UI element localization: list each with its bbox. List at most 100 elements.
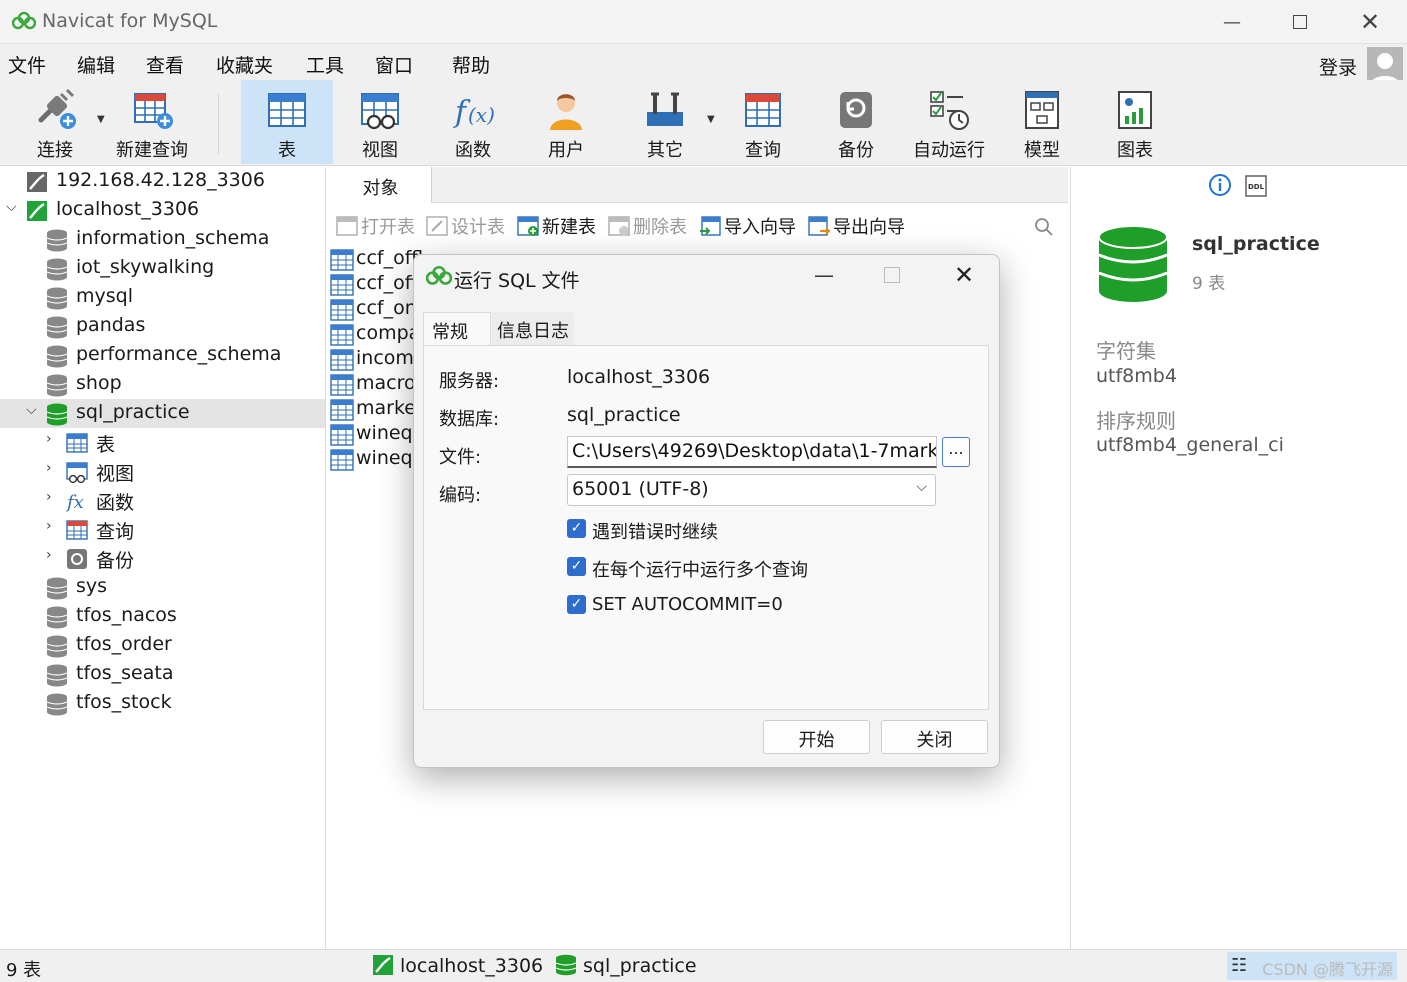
tree-node-tables[interactable]: › 表 [0, 428, 325, 457]
new-query-icon [134, 93, 173, 129]
minimize-button[interactable]: — [1210, 6, 1254, 38]
dialog-close-icon[interactable]: ✕ [954, 261, 974, 289]
backup-button[interactable]: 备份 [810, 80, 902, 164]
expand-caret-icon[interactable]: › [46, 431, 52, 447]
tree-database[interactable]: tfos_seata [0, 660, 325, 689]
status-bar: 9 表 localhost_3306 sql_practice ☷ CSDN @… [0, 949, 1407, 982]
maximize-button[interactable] [1278, 6, 1322, 38]
tree-database[interactable]: pandas [0, 312, 325, 341]
tree-database[interactable]: performance_schema [0, 341, 325, 370]
menu-favorites[interactable]: 收藏夹 [216, 51, 273, 78]
close-button[interactable]: 关闭 [881, 720, 988, 754]
collapse-caret-icon[interactable]: ⌵ [26, 402, 37, 418]
tree-database-label: performance_schema [76, 343, 282, 365]
chart-button[interactable]: 图表 [1089, 80, 1181, 164]
tree-database[interactable]: tfos_stock [0, 689, 325, 718]
query-button[interactable]: 查询 [717, 80, 809, 164]
tree-database[interactable]: iot_skywalking [0, 254, 325, 283]
continue-on-error-checkbox[interactable]: ✓ [567, 519, 586, 538]
tree-database[interactable]: sys [0, 573, 325, 602]
dialog-minimize-button[interactable]: — [814, 263, 834, 287]
server-value: localhost_3306 [567, 366, 711, 388]
tree-node-functions[interactable]: › fx 函数 [0, 486, 325, 515]
new-query-label: 新建查询 [116, 140, 188, 161]
tree-database-label: mysql [76, 285, 133, 307]
tree-database-selected[interactable]: ⌵ sql_practice [0, 399, 325, 428]
file-path-input[interactable]: C:\Users\49269\Desktop\data\1-7market d [567, 436, 937, 468]
function-fx-icon: fx [66, 492, 84, 513]
info-table-count: 9 表 [1192, 274, 1226, 294]
model-label: 模型 [1024, 140, 1060, 161]
table-icon [268, 93, 306, 127]
export-wizard-button[interactable]: 导出向导 [808, 213, 905, 239]
tab-general[interactable]: 常规 [423, 312, 491, 346]
connect-dropdown-icon[interactable]: ▼ [97, 114, 105, 125]
list-view-icon[interactable]: ☷ [1231, 955, 1247, 976]
tab-message-log[interactable]: 信息日志 [492, 312, 574, 346]
tree-node-backups[interactable]: › 备份 [0, 544, 325, 573]
tree-node-views[interactable]: › 视图 [0, 457, 325, 486]
export-wizard-icon [808, 216, 830, 236]
tree-database[interactable]: tfos_order [0, 631, 325, 660]
status-database: sql_practice [555, 954, 697, 977]
tab-objects[interactable]: 对象 [330, 167, 432, 203]
server-label: 服务器: [439, 371, 500, 392]
search-icon[interactable] [1034, 217, 1054, 237]
table-button[interactable]: 表 [241, 80, 333, 164]
tree-database[interactable]: information_schema [0, 225, 325, 254]
design-table-button[interactable]: 设计表 [426, 213, 505, 239]
tree-database[interactable]: mysql [0, 283, 325, 312]
encoding-select[interactable]: 65001 (UTF-8) ⌵ [567, 474, 936, 506]
dialog-maximize-button[interactable] [884, 267, 900, 283]
new-table-button[interactable]: 新建表 [517, 213, 596, 239]
database-icon [46, 664, 68, 687]
expand-caret-icon[interactable]: › [46, 547, 52, 563]
table-icon [66, 433, 88, 453]
tree-node-queries[interactable]: › 查询 [0, 515, 325, 544]
database-open-icon [555, 954, 577, 976]
tree-node-label: 备份 [96, 550, 135, 572]
autocommit-checkbox[interactable]: ✓ [567, 595, 586, 614]
other-label: 其它 [647, 140, 683, 161]
backup-icon [67, 549, 87, 569]
connect-button[interactable]: 连接 [9, 80, 101, 164]
tree-connection-localhost[interactable]: ⌵ localhost_3306 [0, 196, 325, 225]
tree-connection-remote[interactable]: 192.168.42.128_3306 [0, 167, 325, 196]
menu-file[interactable]: 文件 [8, 51, 46, 78]
new-query-button[interactable]: 新建查询 [106, 80, 198, 164]
delete-table-button[interactable]: 删除表 [608, 213, 687, 239]
browse-file-button[interactable]: ... [942, 437, 970, 467]
database-value: sql_practice [567, 404, 681, 426]
menu-tools[interactable]: 工具 [306, 51, 344, 78]
other-dropdown-icon[interactable]: ▼ [707, 114, 715, 125]
expand-caret-icon[interactable]: › [46, 460, 52, 476]
model-button[interactable]: 模型 [996, 80, 1088, 164]
multiple-queries-checkbox[interactable]: ✓ [567, 557, 586, 576]
svg-text:DDL: DDL [1248, 183, 1265, 191]
menu-edit[interactable]: 编辑 [77, 51, 115, 78]
user-button[interactable]: 用户 [520, 80, 612, 164]
import-wizard-button[interactable]: 导入向导 [699, 213, 796, 239]
open-table-button[interactable]: 打开表 [336, 213, 415, 239]
menu-view[interactable]: 查看 [146, 51, 184, 78]
login-link[interactable]: 登录 [1319, 53, 1357, 80]
new-table-icon [517, 216, 539, 236]
view-button[interactable]: 视图 [334, 80, 426, 164]
expand-caret-icon[interactable]: › [46, 518, 52, 534]
other-button[interactable]: 其它 [619, 80, 711, 164]
close-window-button[interactable]: ✕ [1348, 6, 1392, 38]
user-icon [550, 94, 582, 130]
menu-window[interactable]: 窗口 [375, 51, 413, 78]
automation-label: 自动运行 [913, 140, 985, 161]
ddl-icon[interactable]: DDL [1245, 175, 1267, 197]
collapse-caret-icon[interactable]: ⌵ [6, 199, 17, 215]
function-button[interactable]: f (x) 函数 [427, 80, 519, 164]
expand-caret-icon[interactable]: › [46, 489, 52, 505]
tree-database[interactable]: shop [0, 370, 325, 399]
info-icon[interactable] [1208, 173, 1232, 197]
automation-button[interactable]: 自动运行 [903, 80, 995, 164]
start-button[interactable]: 开始 [763, 720, 870, 754]
open-table-label: 打开表 [361, 217, 415, 238]
menu-help[interactable]: 帮助 [452, 51, 490, 78]
tree-database[interactable]: tfos_nacos [0, 602, 325, 631]
